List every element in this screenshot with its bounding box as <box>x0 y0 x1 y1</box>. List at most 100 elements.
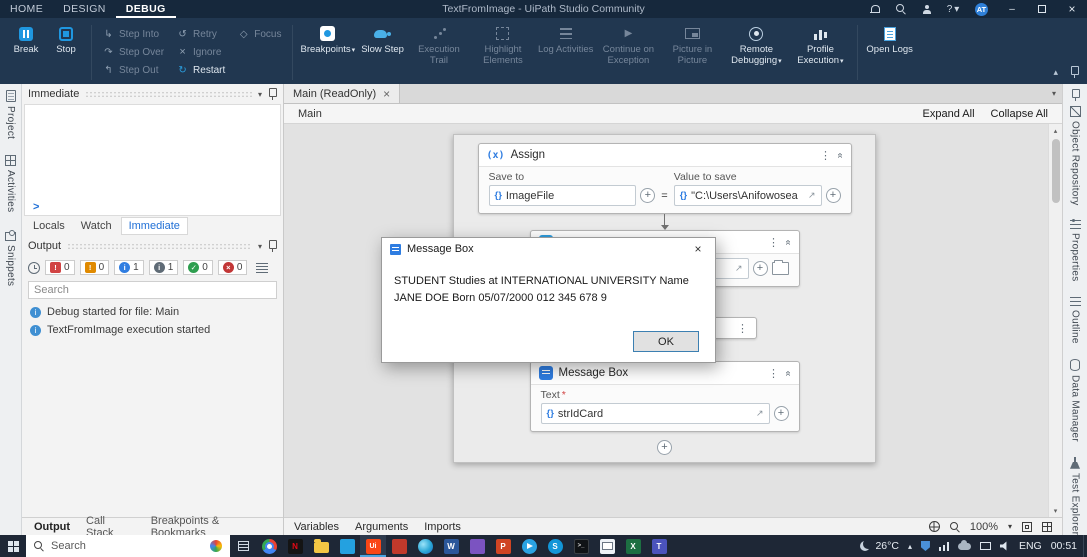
fit-to-screen-icon[interactable] <box>1022 521 1032 532</box>
expand-all-link[interactable]: Expand All <box>923 108 975 120</box>
universal-search-button[interactable] <box>888 0 914 18</box>
sidebar-item-object-repository[interactable]: Object Repository <box>1069 105 1081 205</box>
activity-menu-icon[interactable] <box>820 149 831 162</box>
add-option-button[interactable] <box>752 261 768 276</box>
start-button[interactable] <box>0 535 26 557</box>
filter-failure[interactable]: 0 <box>217 260 248 275</box>
taskbar-app-chrome[interactable] <box>256 535 282 557</box>
workflow-canvas[interactable]: (x) Assign Save to <box>284 124 1062 517</box>
breadcrumb[interactable]: Main <box>298 108 322 120</box>
language-indicator[interactable]: ENG <box>1019 540 1042 552</box>
clear-output-icon[interactable] <box>256 262 269 273</box>
save-to-input[interactable]: ImageFile <box>488 185 637 206</box>
step-over-button[interactable]: Step Over <box>97 43 169 61</box>
panel-menu-icon[interactable] <box>258 242 262 251</box>
pin-icon[interactable] <box>1071 89 1080 100</box>
taskbar-app-store[interactable] <box>386 535 412 557</box>
menu-home[interactable]: HOME <box>0 0 53 18</box>
step-out-button[interactable]: Step Out <box>97 61 169 79</box>
hidden-icons-chevron[interactable] <box>908 542 912 551</box>
ignore-button[interactable]: Ignore <box>171 43 230 61</box>
execution-trail-button[interactable]: Execution Trail <box>407 23 471 68</box>
network-icon[interactable] <box>938 541 949 551</box>
add-option-button[interactable] <box>640 188 656 203</box>
arguments-link[interactable]: Arguments <box>355 521 408 533</box>
sidebar-item-properties[interactable]: Properties <box>1069 219 1081 282</box>
focus-button[interactable]: Focus <box>232 25 286 43</box>
expand-editor-icon[interactable] <box>808 190 816 201</box>
restart-button[interactable]: Restart <box>171 61 230 79</box>
message-box-dialog[interactable]: Message Box STUDENT Studies at INTERNATI… <box>381 237 716 363</box>
show-desktop-button[interactable] <box>1083 535 1087 557</box>
timestamps-toggle-icon[interactable] <box>28 261 40 274</box>
filter-warnings[interactable]: 0 <box>79 260 110 275</box>
taskbar-app-vscode[interactable] <box>334 535 360 557</box>
menu-design[interactable]: DESIGN <box>53 0 116 18</box>
breakpoints-button[interactable]: Breakpoints <box>298 23 359 58</box>
taskbar-app-uipath[interactable] <box>360 535 386 557</box>
taskbar-app-word[interactable] <box>438 535 464 557</box>
message-text-input[interactable]: strIdCard <box>540 403 770 424</box>
sidebar-item-snippets[interactable]: Snippets <box>5 229 16 286</box>
pin-icon[interactable] <box>268 88 277 100</box>
security-shield-icon[interactable] <box>920 541 930 551</box>
volume-icon[interactable] <box>999 541 1007 551</box>
log-activities-button[interactable]: Log Activities <box>535 23 596 58</box>
profile-execution-button[interactable]: Profile Execution <box>788 23 852 68</box>
immediate-console[interactable]: > <box>24 104 281 216</box>
expand-editor-icon[interactable] <box>756 408 764 419</box>
step-into-button[interactable]: Step Into <box>97 25 169 43</box>
filter-errors[interactable]: 0 <box>45 260 75 275</box>
sidebar-item-outline[interactable]: Outline <box>1069 296 1081 344</box>
onedrive-icon[interactable] <box>957 539 971 550</box>
highlight-elements-button[interactable]: Highlight Elements <box>471 23 535 68</box>
expand-editor-icon[interactable] <box>735 263 743 274</box>
add-option-button[interactable] <box>773 406 789 421</box>
sidebar-item-activities[interactable]: Activities <box>5 155 16 213</box>
ok-button[interactable]: OK <box>633 331 699 352</box>
collapse-activity-icon[interactable] <box>834 152 845 158</box>
taskbar-app-netflix[interactable] <box>282 535 308 557</box>
scroll-up-icon[interactable] <box>1054 124 1058 137</box>
taskbar-app-powerpoint[interactable] <box>490 535 516 557</box>
add-option-button[interactable] <box>825 188 841 203</box>
value-to-save-input[interactable]: "C:\Users\Anifowosea <box>673 185 822 206</box>
tab-output[interactable]: Output <box>26 521 78 533</box>
output-search-input[interactable] <box>28 281 277 299</box>
sidebar-item-test-explorer[interactable]: Test Explorer <box>1070 456 1081 535</box>
taskbar-app-terminal[interactable] <box>568 535 594 557</box>
activity-menu-icon[interactable] <box>737 322 748 335</box>
announcements-button[interactable] <box>862 0 888 18</box>
sidebar-item-project[interactable]: Project <box>5 90 16 139</box>
collapse-activity-icon[interactable] <box>782 370 793 376</box>
document-list-icon[interactable] <box>1052 89 1056 98</box>
break-button[interactable]: Break <box>6 23 46 58</box>
open-logs-button[interactable]: Open Logs <box>863 23 915 58</box>
stop-button[interactable]: Stop <box>46 23 86 58</box>
taskbar-app-teams[interactable] <box>646 535 672 557</box>
maximize-button[interactable] <box>1027 0 1057 18</box>
imports-link[interactable]: Imports <box>424 521 461 533</box>
avatar[interactable]: AT <box>975 2 988 16</box>
assign-activity-header[interactable]: (x) Assign <box>479 144 851 166</box>
tab-immediate[interactable]: Immediate <box>120 217 188 235</box>
community-button[interactable] <box>914 0 940 18</box>
taskbar-app-excel[interactable] <box>620 535 646 557</box>
variables-link[interactable]: Variables <box>294 521 339 533</box>
overview-icon[interactable] <box>1042 521 1052 532</box>
close-tab-icon[interactable] <box>383 87 390 101</box>
task-view-button[interactable] <box>230 535 256 557</box>
slow-step-button[interactable]: Slow Step <box>358 23 407 58</box>
filter-trace[interactable]: 1 <box>148 260 179 275</box>
activity-menu-icon[interactable] <box>768 236 779 249</box>
taskbar-search-input[interactable] <box>51 540 203 552</box>
clock[interactable]: 00:51 <box>1051 540 1077 552</box>
picture-in-picture-button[interactable]: Picture in Picture <box>660 23 724 68</box>
scroll-down-icon[interactable] <box>1054 504 1058 517</box>
zoom-search-icon[interactable] <box>949 521 960 532</box>
menu-debug[interactable]: DEBUG <box>116 0 176 18</box>
message-box-header[interactable]: Message Box <box>531 362 799 384</box>
minimize-button[interactable] <box>997 0 1027 18</box>
output-panel-header[interactable]: Output <box>22 236 283 256</box>
pin-ribbon-icon[interactable] <box>1070 66 1079 78</box>
